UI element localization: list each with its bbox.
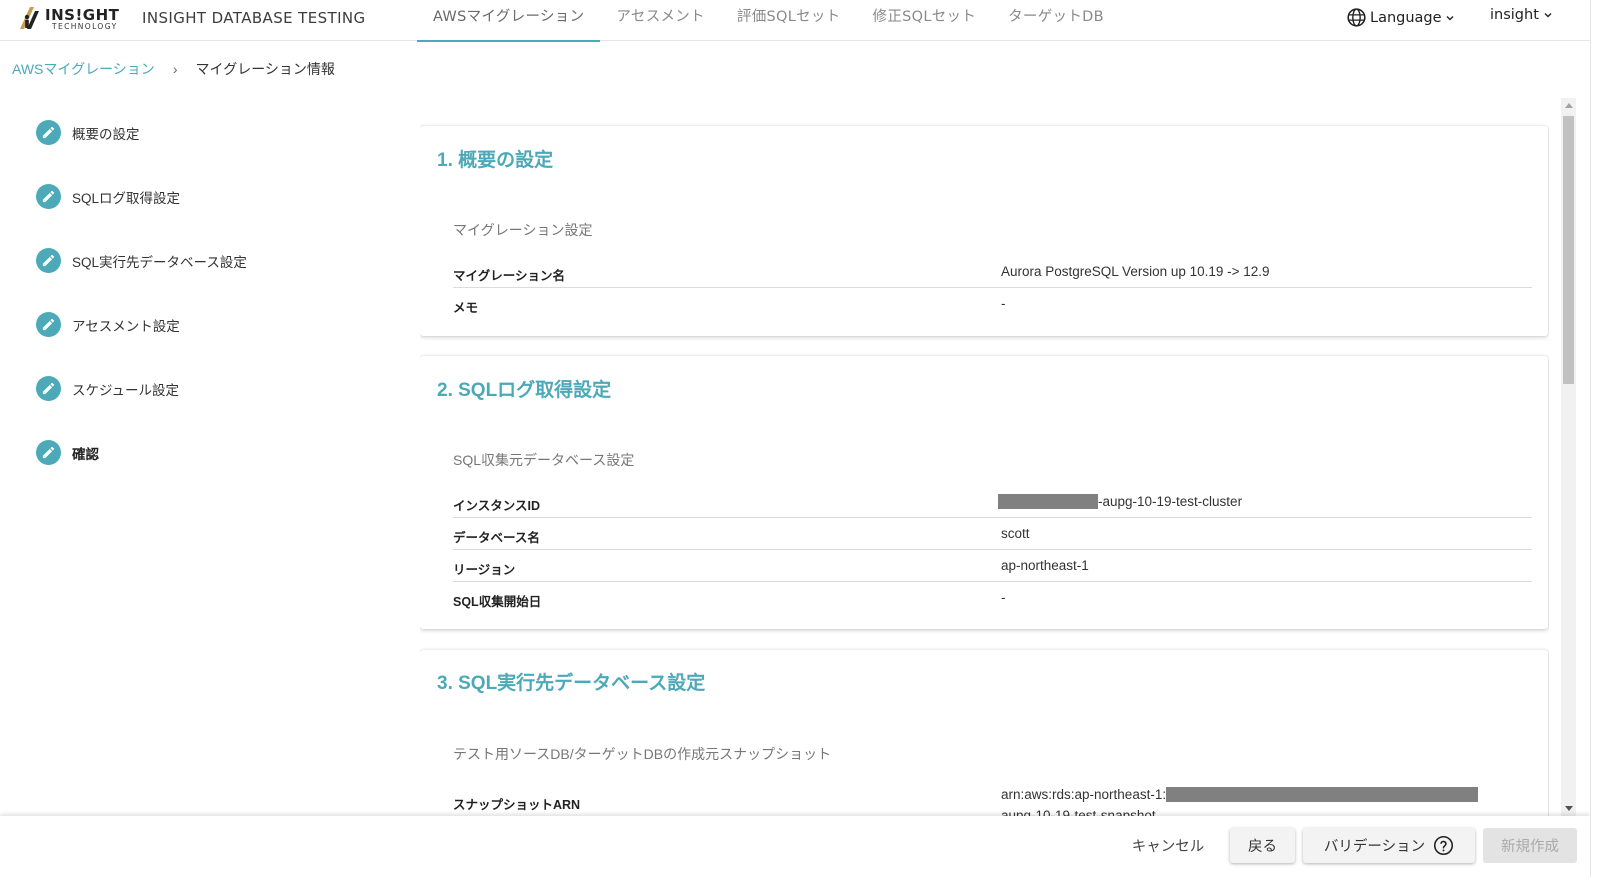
step-label: 確認 [72,446,99,462]
step-confirm[interactable]: 確認 [36,440,366,465]
kv-table: インスタンスID -aupg-10-19-test-cluster データベース… [453,486,1532,614]
row-value: Aurora PostgreSQL Version up 10.19 -> 12… [1001,264,1270,279]
breadcrumb-current: マイグレーション情報 [195,61,335,77]
table-row: インスタンスID -aupg-10-19-test-cluster [453,486,1532,518]
chevron-down-icon [1544,13,1552,18]
pencil-icon [36,120,61,145]
section-title: 1. 概要の設定 [437,150,554,171]
logo-subtext: TECHNOLOGY [52,22,118,31]
vertical-scrollbar[interactable] [1561,98,1576,816]
row-value: scott [1001,526,1030,541]
row-key: リージョン [453,563,516,577]
breadcrumb-separator: › [172,61,178,77]
chevron-down-icon [1446,15,1454,20]
app-title: INSIGHT DATABASE TESTING [142,9,366,27]
row-key: メモ [453,301,479,315]
row-key: マイグレーション名 [453,269,566,283]
step-label: スケジュール設定 [72,382,180,398]
section-title: 3. SQL実行先データベース設定 [437,673,706,694]
tab-evaluation-sql-set[interactable]: 評価SQLセット [721,0,857,41]
row-key: インスタンスID [453,499,541,513]
section-sql-target-db-card: 3. SQL実行先データベース設定 テスト用ソースDB/ターゲットDBの作成元ス… [420,650,1548,816]
window-right-edge [1590,0,1607,877]
snapshot-arn-suffix: aupg-10-19-test-snapshot [1001,808,1156,816]
table-row: スナップショットARN arn:aws:rds:ap-northeast-1: … [453,782,1532,816]
step-sql-target-db[interactable]: SQL実行先データベース設定 [36,248,366,273]
table-row: リージョン ap-northeast-1 [453,550,1532,582]
main-nav: AWSマイグレーション アセスメント 評価SQLセット 修正SQLセット ターゲ… [417,0,1120,42]
step-label: 概要の設定 [72,126,140,142]
table-row: データベース名 scott [453,518,1532,550]
step-label: アセスメント設定 [72,318,180,334]
section-title: 2. SQLログ取得設定 [437,380,612,401]
pencil-icon [36,376,61,401]
section-subtitle: SQL収集元データベース設定 [453,452,635,468]
row-key: SQL収集開始日 [453,595,542,609]
section-overview-card: 1. 概要の設定 マイグレーション設定 マイグレーション名 Aurora Pos… [420,126,1548,336]
redacted-block [998,494,1098,509]
section-subtitle: マイグレーション設定 [453,222,593,238]
row-key: データベース名 [453,531,540,545]
insight-technology-logo[interactable]: INS!GHT TECHNOLOGY [18,3,126,33]
step-schedule[interactable]: スケジュール設定 [36,376,366,401]
footer-action-bar: キャンセル 戻る バリデーション 新規作成 [0,816,1590,877]
breadcrumb-aws-migration[interactable]: AWSマイグレーション [12,59,155,79]
pencil-icon [36,440,61,465]
row-value: - [1001,590,1006,605]
app-header: INS!GHT TECHNOLOGY INSIGHT DATABASE TEST… [0,0,1590,42]
content-scroll-area[interactable]: 1. 概要の設定 マイグレーション設定 マイグレーション名 Aurora Pos… [420,98,1549,816]
table-row: メモ - [453,288,1532,320]
snapshot-arn-prefix: arn:aws:rds:ap-northeast-1: [1001,787,1167,802]
language-label: Language [1370,9,1442,26]
cancel-button[interactable]: キャンセル [1116,828,1220,863]
step-assessment[interactable]: アセスメント設定 [36,312,366,337]
create-button[interactable]: 新規作成 [1483,828,1577,863]
section-subtitle: テスト用ソースDB/ターゲットDBの作成元スナップショット [453,746,832,762]
row-value: - [1001,296,1006,311]
scroll-down-arrow-icon[interactable] [1565,806,1573,811]
language-menu[interactable]: Language [1346,7,1455,28]
step-label: SQLログ取得設定 [72,190,181,206]
help-circle-icon [1434,835,1454,856]
tab-assessment[interactable]: アセスメント [600,0,721,41]
tab-aws-migration[interactable]: AWSマイグレーション [417,0,601,42]
row-value: arn:aws:rds:ap-northeast-1: aupg-10-19-t… [1001,784,1479,816]
back-button[interactable]: 戻る [1230,828,1295,863]
row-value: ap-northeast-1 [1001,558,1089,573]
instance-id-suffix: -aupg-10-19-test-cluster [1098,494,1243,509]
user-label: insight [1490,7,1539,23]
step-overview[interactable]: 概要の設定 [36,120,366,145]
step-sql-log[interactable]: SQLログ取得設定 [36,184,366,209]
scrollbar-thumb[interactable] [1563,116,1574,384]
pencil-icon [36,312,61,337]
kv-table: マイグレーション名 Aurora PostgreSQL Version up 1… [453,256,1532,320]
row-value: -aupg-10-19-test-cluster [998,494,1242,509]
validate-label: バリデーション [1323,839,1426,855]
kv-table: スナップショットARN arn:aws:rds:ap-northeast-1: … [453,782,1532,816]
logo-mark-icon [20,7,39,29]
table-row: SQL収集開始日 - [453,582,1532,614]
section-sql-log-card: 2. SQLログ取得設定 SQL収集元データベース設定 インスタンスID -au… [420,356,1548,629]
table-row: マイグレーション名 Aurora PostgreSQL Version up 1… [453,256,1532,288]
redacted-block [1166,787,1479,802]
pencil-icon [36,184,61,209]
step-label: SQL実行先データベース設定 [72,254,247,270]
step-navigation: 概要の設定 SQLログ取得設定 SQL実行先データベース設定 アセスメント設定 … [36,120,366,504]
user-menu[interactable]: insight [1490,7,1553,23]
row-key: スナップショットARN [453,798,581,812]
tab-fixed-sql-set[interactable]: 修正SQLセット [857,0,993,41]
validate-button[interactable]: バリデーション [1303,828,1475,863]
pencil-icon [36,248,61,273]
scroll-up-arrow-icon[interactable] [1565,103,1573,108]
breadcrumb: AWSマイグレーション › マイグレーション情報 [12,59,335,79]
tab-target-db[interactable]: ターゲットDB [992,0,1120,41]
globe-icon [1347,8,1366,27]
